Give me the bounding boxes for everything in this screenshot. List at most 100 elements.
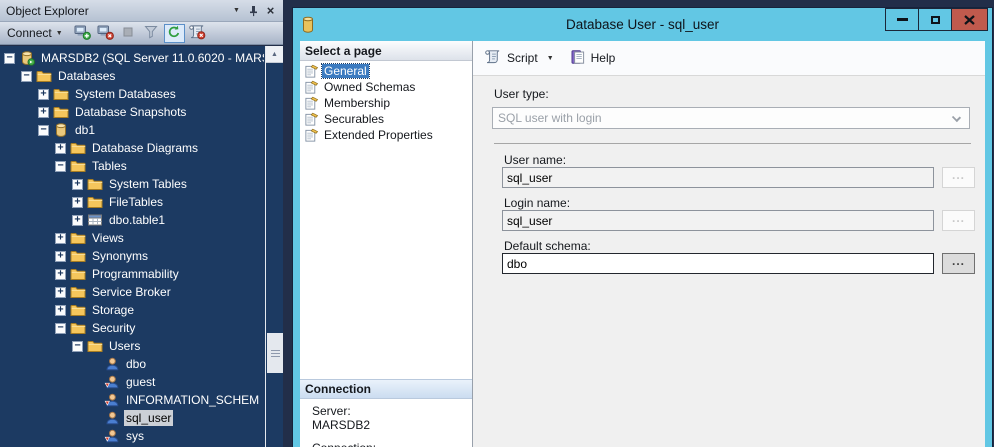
pin-icon[interactable]: [245, 3, 262, 19]
connection-label: Connection:: [312, 441, 376, 447]
default-schema-browse-button[interactable]: ...: [942, 253, 975, 274]
page-item-label: General: [322, 64, 369, 78]
tree-item-information-schem[interactable]: INFORMATION_SCHEM: [0, 391, 264, 409]
tree-item-programmability[interactable]: +Programmability: [0, 265, 264, 283]
maximize-icon: [931, 16, 940, 24]
expand-icon[interactable]: +: [55, 287, 66, 298]
scrollbar-thumb[interactable]: [267, 333, 283, 373]
filter-icon-button[interactable]: [141, 24, 162, 43]
tree-item-label: sql_user: [124, 410, 173, 426]
user-arrow-icon: [104, 428, 120, 444]
object-explorer-titlebar[interactable]: Object Explorer ▼ ×: [0, 0, 283, 22]
collapse-icon[interactable]: −: [72, 341, 83, 352]
page-item-securables[interactable]: Securables: [300, 111, 472, 127]
user-arrow-icon: [104, 374, 120, 390]
tree-item-filetables[interactable]: +FileTables: [0, 193, 264, 211]
tree-item-security[interactable]: −Security: [0, 319, 264, 337]
tree-item-databases[interactable]: − Databases: [0, 67, 264, 85]
tree-item-system-tables[interactable]: +System Tables: [0, 175, 264, 193]
tree-item-dbo[interactable]: dbo: [0, 355, 264, 373]
tree-item-guest[interactable]: guest: [0, 373, 264, 391]
expand-icon[interactable]: +: [55, 269, 66, 280]
connect-button[interactable]: Connect ▼: [7, 26, 63, 40]
page-item-label: Extended Properties: [322, 128, 435, 142]
tree-item-synonyms[interactable]: +Synonyms: [0, 247, 264, 265]
tree-item-label: sys: [124, 428, 146, 444]
tree-item-label: Service Broker: [90, 284, 173, 300]
general-page-form: User type: SQL user with login User name…: [473, 77, 985, 447]
page-item-owned-schemas[interactable]: Owned Schemas: [300, 79, 472, 95]
tree-item-system-databases[interactable]: +System Databases: [0, 85, 264, 103]
close-icon[interactable]: ×: [262, 3, 279, 19]
collapse-icon[interactable]: −: [55, 161, 66, 172]
login-name-input[interactable]: sql_user: [502, 210, 934, 231]
minimize-button[interactable]: [885, 8, 919, 31]
expand-icon[interactable]: +: [55, 143, 66, 154]
page-item-label: Owned Schemas: [322, 80, 417, 94]
stop-icon-button[interactable]: [118, 24, 139, 43]
page-item-general[interactable]: General: [300, 63, 472, 79]
login-name-browse-button: ...: [942, 210, 975, 231]
disconnect-server-icon: [97, 24, 114, 43]
tree-item-database-diagrams[interactable]: +Database Diagrams: [0, 139, 264, 157]
tree-item-label: Tables: [90, 158, 129, 174]
tree-item-sql-user[interactable]: sql_user: [0, 409, 264, 427]
database-user-dialog: Database User - sql_user Select a page G…: [293, 8, 992, 447]
expand-icon[interactable]: +: [38, 89, 49, 100]
expand-icon[interactable]: +: [55, 233, 66, 244]
page-item-label: Securables: [322, 112, 386, 126]
select-a-page-pane: Select a page GeneralOwned SchemasMember…: [300, 41, 473, 447]
table-icon: [87, 212, 103, 228]
window-menu-icon[interactable]: ▼: [228, 3, 245, 19]
maximize-button[interactable]: [918, 8, 952, 31]
folder-icon: [70, 140, 86, 156]
collapse-icon[interactable]: −: [55, 323, 66, 334]
user-name-input[interactable]: sql_user: [502, 167, 934, 188]
tree-item-label: dbo.table1: [107, 212, 167, 228]
page-icon: [304, 112, 319, 127]
user-type-select[interactable]: SQL user with login: [492, 107, 970, 129]
expand-icon[interactable]: +: [72, 215, 83, 226]
page-item-extended-properties[interactable]: Extended Properties: [300, 127, 472, 143]
connect-server-icon-button[interactable]: [72, 24, 93, 43]
tree-item-sys[interactable]: sys: [0, 427, 264, 445]
tree-item-views[interactable]: +Views: [0, 229, 264, 247]
collapse-icon[interactable]: −: [38, 125, 49, 136]
tree-item-dbo-table1[interactable]: + dbo.table1: [0, 211, 264, 229]
disconnect-server-icon-button[interactable]: [95, 24, 116, 43]
tree-item-tables[interactable]: − Tables: [0, 157, 264, 175]
tree-item-label: guest: [124, 374, 157, 390]
refresh-icon-button[interactable]: [164, 24, 185, 43]
tree-item-users[interactable]: −Users: [0, 337, 264, 355]
script-status-icon-button[interactable]: [187, 24, 208, 43]
tree-item-storage[interactable]: +Storage: [0, 301, 264, 319]
user-icon: [104, 356, 120, 372]
help-button[interactable]: Help: [570, 49, 616, 68]
scroll-up-icon[interactable]: ▲: [266, 46, 283, 63]
expand-icon[interactable]: +: [72, 179, 83, 190]
script-button[interactable]: Script ▼: [484, 49, 554, 67]
chevron-down-icon[interactable]: ▼: [547, 55, 554, 62]
tree-item-database-snapshots[interactable]: +Database Snapshots: [0, 103, 264, 121]
tree-scrollbar[interactable]: ▲: [265, 46, 283, 447]
expand-icon[interactable]: +: [55, 305, 66, 316]
login-name-label: Login name:: [504, 196, 570, 210]
folder-icon: [87, 176, 103, 192]
collapse-icon[interactable]: −: [21, 71, 32, 82]
folder-icon: [70, 320, 86, 336]
tree-item-label: Databases: [56, 68, 117, 84]
expand-icon[interactable]: +: [38, 107, 49, 118]
dialog-titlebar[interactable]: Database User - sql_user: [293, 8, 992, 41]
default-schema-input[interactable]: dbo: [502, 253, 934, 274]
page-item-membership[interactable]: Membership: [300, 95, 472, 111]
user-arrow-icon: [104, 392, 120, 408]
expand-icon[interactable]: +: [55, 251, 66, 262]
script-status-icon: [188, 24, 206, 43]
tree-item-service-broker[interactable]: + Service Broker: [0, 283, 264, 301]
tree-item-db1[interactable]: −db1: [0, 121, 264, 139]
close-button[interactable]: [951, 8, 988, 31]
dialog-content-pane: Script ▼ Help User type: SQL user with l…: [473, 41, 985, 447]
tree-item-marsdb2-sql-server-11-0-6020-marsd[interactable]: −MARSDB2 (SQL Server 11.0.6020 - MARSD: [0, 49, 264, 67]
expand-icon[interactable]: +: [72, 197, 83, 208]
collapse-icon[interactable]: −: [4, 53, 15, 64]
